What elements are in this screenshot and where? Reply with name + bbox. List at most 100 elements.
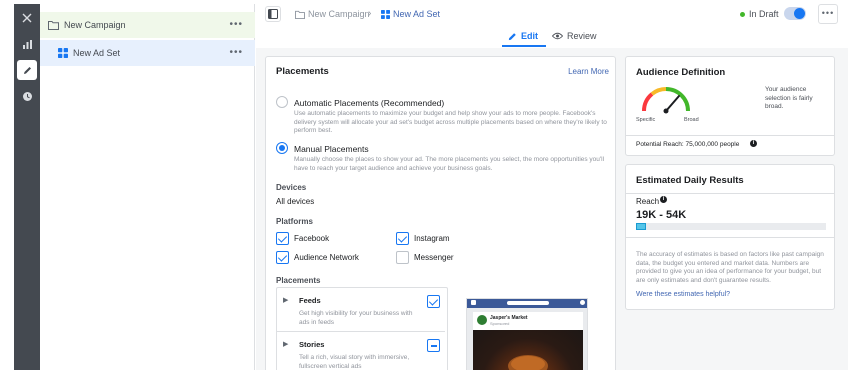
instagram-label: Instagram: [414, 234, 450, 243]
minus-icon: [431, 345, 437, 347]
preview-burger-image: [473, 330, 583, 370]
automatic-placements-label: Automatic Placements (Recommended): [294, 98, 445, 108]
messenger-label: Messenger: [414, 253, 454, 262]
preview-post: Jasper's Market Sponsored: [473, 312, 583, 370]
divider: [626, 193, 834, 194]
breadcrumb-label: New Ad Set: [393, 9, 441, 19]
breadcrumb-label: New Campaign: [308, 9, 370, 19]
audience-gauge: [641, 86, 690, 114]
info-icon[interactable]: i: [660, 196, 667, 203]
potential-reach: Potential Reach: 75,000,000 people: [636, 141, 740, 148]
placements-heading: Placements: [276, 276, 321, 285]
gauge-specific-label: Specific: [636, 117, 656, 123]
breadcrumb-campaign[interactable]: New Campaign: [295, 9, 370, 19]
placement-description: Tell a rich, visual story with immersive…: [299, 354, 410, 370]
feedback-link[interactable]: Were these estimates helpful?: [636, 291, 730, 298]
toggle-knob: [794, 8, 805, 19]
audience-title: Audience Definition: [636, 67, 726, 78]
toggle-panel-button[interactable]: [265, 6, 281, 22]
placement-row-stories[interactable]: ▶ Stories Tell a rich, visual story with…: [277, 332, 445, 370]
active-tab-indicator: [502, 45, 546, 47]
chevron-right-icon: ›: [368, 8, 372, 19]
facebook-checkbox[interactable]: [276, 232, 289, 245]
campaign-tree: New Campaign ••• New Ad Set •••: [40, 4, 255, 370]
results-title: Estimated Daily Results: [636, 175, 744, 186]
messenger-checkbox[interactable]: [396, 251, 409, 264]
pencil-icon: [508, 32, 516, 40]
placement-description: Get high visibility for your business wi…: [299, 310, 413, 326]
folder-icon: [48, 21, 59, 30]
mode-tabs: Edit Review: [256, 28, 848, 48]
reach-value: 19K - 54K: [636, 209, 687, 221]
placement-title: Stories: [299, 340, 325, 349]
tree-item-label: New Campaign: [64, 20, 126, 30]
reach-bar-fill: [636, 223, 646, 230]
manual-placements-radio[interactable]: [276, 142, 288, 154]
manual-placements-label: Manual Placements: [294, 144, 369, 154]
page-avatar: [477, 315, 487, 325]
facebook-label: Facebook: [294, 234, 330, 243]
platforms-heading: Platforms: [276, 217, 313, 226]
top-bar: New Campaign › New Ad Set In Draft •••: [256, 0, 848, 28]
campaign-more-button[interactable]: •••: [229, 19, 243, 30]
adset-grid-icon: [381, 9, 390, 19]
preview-top-bar: [467, 299, 587, 308]
sidebar-toggle-icon: [268, 9, 278, 19]
audience-network-label: Audience Network: [294, 253, 359, 262]
tab-label: Review: [567, 31, 597, 41]
tree-item-campaign[interactable]: New Campaign •••: [40, 12, 255, 38]
reach-label: Reach: [636, 197, 660, 206]
draft-status: In Draft: [740, 9, 779, 19]
divider: [626, 135, 834, 136]
publish-toggle[interactable]: [784, 7, 806, 20]
edit-mode-button[interactable]: [17, 60, 37, 80]
history-button[interactable]: [17, 86, 37, 106]
camera-icon: [471, 300, 476, 305]
expand-caret-icon[interactable]: ▶: [283, 340, 288, 348]
close-button[interactable]: [17, 8, 37, 28]
audience-description: Your audience selection is fairly broad.: [765, 86, 813, 110]
tab-review[interactable]: Review: [552, 31, 597, 41]
audience-network-checkbox[interactable]: [276, 251, 289, 264]
more-options-button[interactable]: •••: [818, 4, 838, 24]
reach-bar: [636, 223, 826, 230]
status-dot-icon: [740, 11, 745, 17]
instagram-checkbox[interactable]: [396, 232, 409, 245]
placements-list: ▶ Feeds Get high visibility for your bus…: [276, 287, 448, 370]
preview-search-bar: [507, 301, 549, 305]
automatic-placements-radio[interactable]: [276, 96, 288, 108]
stories-partial-checkbox[interactable]: [427, 339, 440, 352]
placements-card: Placements Learn More Automatic Placemen…: [265, 56, 616, 370]
divider: [626, 237, 834, 238]
left-rail: [14, 4, 40, 370]
tree-item-adset[interactable]: New Ad Set •••: [40, 40, 255, 66]
tab-edit[interactable]: Edit: [508, 31, 538, 41]
automatic-placements-description: Use automatic placements to maximize you…: [294, 110, 607, 134]
expand-caret-icon[interactable]: ▶: [283, 296, 288, 304]
placement-title: Feeds: [299, 296, 321, 305]
pencil-icon: [23, 66, 31, 74]
reports-button[interactable]: [17, 34, 37, 54]
learn-more-link[interactable]: Learn More: [568, 67, 609, 76]
adset-more-button[interactable]: •••: [229, 47, 243, 58]
gauge-broad-label: Broad: [684, 117, 699, 123]
breadcrumb-adset[interactable]: New Ad Set: [381, 9, 440, 19]
main-content: Placements Learn More Automatic Placemen…: [256, 48, 848, 370]
tree-item-label: New Ad Set: [73, 48, 121, 58]
manual-placements-description: Manually choose the places to show your …: [294, 156, 605, 172]
info-icon[interactable]: i: [750, 140, 757, 147]
estimated-results-card: Estimated Daily Results Reach i 19K - 54…: [625, 164, 835, 310]
close-icon: [22, 13, 32, 23]
tab-label: Edit: [521, 31, 538, 41]
folder-icon: [295, 10, 305, 19]
feeds-checkbox[interactable]: [427, 295, 440, 308]
placement-row-feeds[interactable]: ▶ Feeds Get high visibility for your bus…: [277, 288, 445, 332]
clock-icon: [22, 91, 32, 101]
adset-grid-icon: [58, 48, 68, 58]
results-disclaimer: The accuracy of estimates is based on fa…: [636, 251, 824, 284]
preview-sponsored: Sponsored: [490, 321, 510, 326]
eye-icon: [552, 32, 563, 40]
devices-dropdown[interactable]: All devices: [276, 197, 314, 206]
placements-title: Placements: [276, 66, 329, 77]
status-label: In Draft: [749, 9, 779, 19]
